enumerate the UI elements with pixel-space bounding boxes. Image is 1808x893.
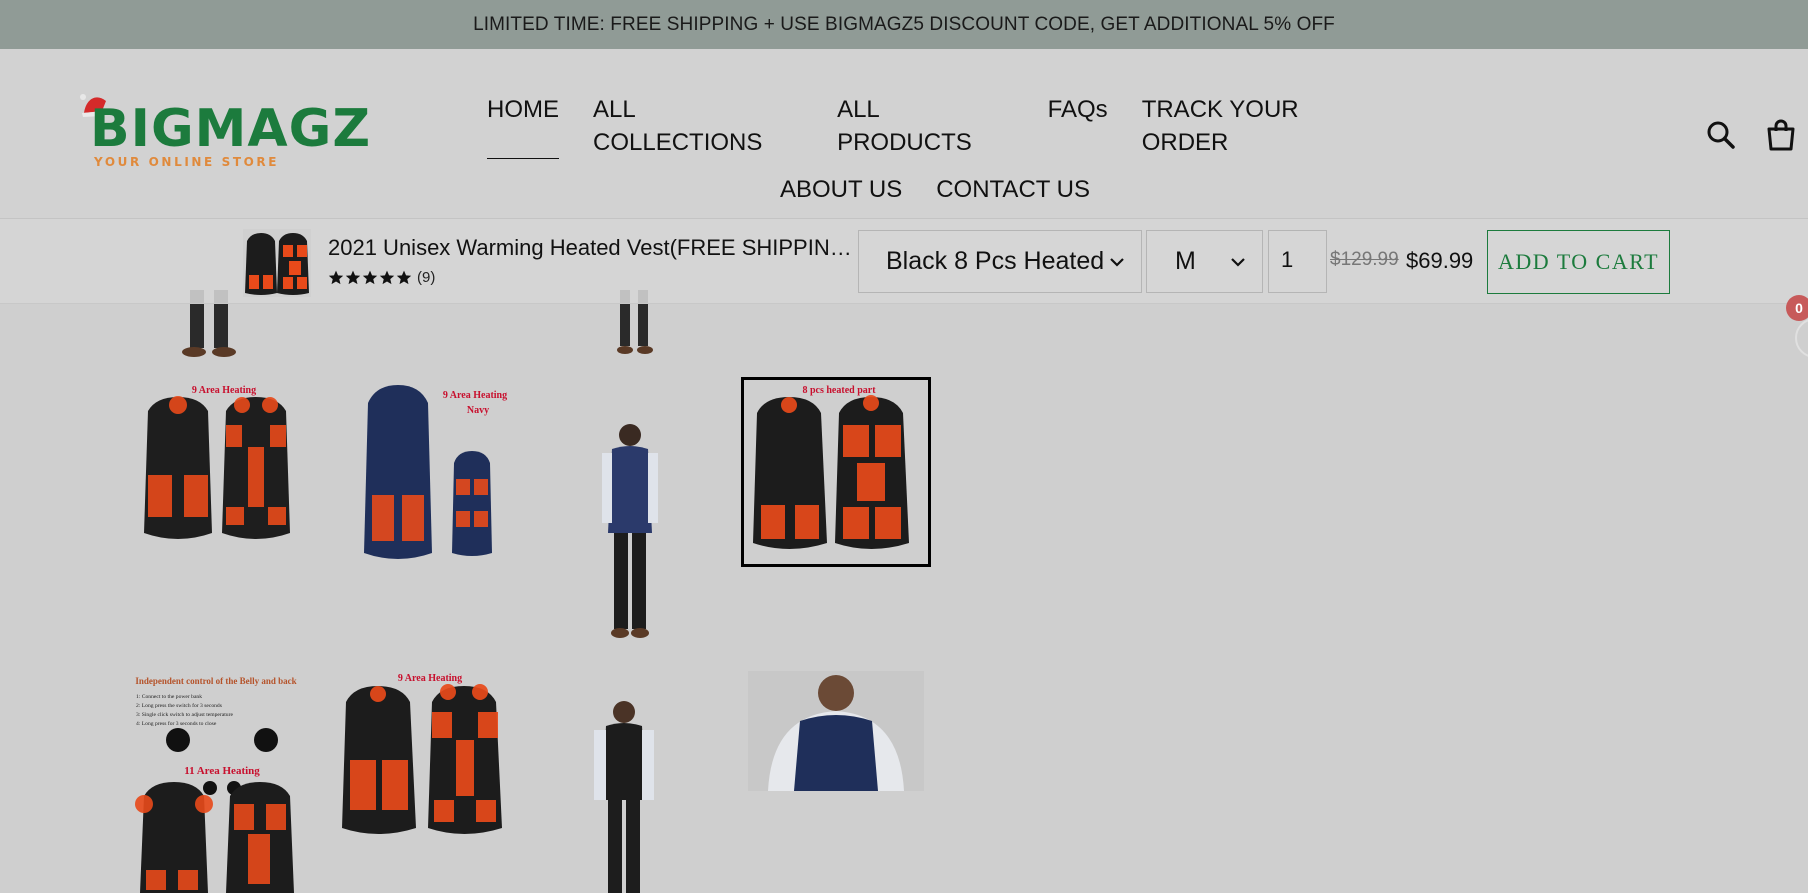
search-icon[interactable] [1704,118,1738,152]
gallery-image-closeup[interactable] [748,671,924,791]
gallery-image-front-view[interactable] [590,700,670,893]
nav-faqs[interactable]: FAQs [1048,93,1108,159]
gallery-label: Navy [467,405,489,416]
star-rating[interactable]: (9) [328,269,435,286]
gallery-step: 4: Long press for 3 seconds to close [136,720,217,727]
nav-all-collections[interactable]: ALL COLLECTIONS [593,93,803,159]
gallery-label: 9 Area Heating [398,673,462,684]
chevron-down-icon [1110,258,1124,267]
cart-icon[interactable] [1764,118,1798,152]
logo-tagline: YOUR ONLINE STORE [94,155,280,169]
floating-cart-widget[interactable] [1795,318,1808,358]
gallery-image-back-view[interactable] [598,423,668,643]
cart-count-badge: 0 [1786,295,1808,321]
star-icon [345,270,361,284]
nav-contact-us[interactable]: CONTACT US [936,173,1090,206]
gallery-image-9-area-black[interactable]: 9 Area Heating [128,383,312,555]
product-thumbnail[interactable] [243,229,311,297]
review-count: (9) [417,269,436,286]
gallery-step: 1: Connect to the power bank [136,694,202,700]
gallery-label: 11 Area Heating [184,765,260,777]
nav-about-us[interactable]: ABOUT US [780,173,902,206]
gallery-step: 3: Single click switch to adjust tempera… [136,712,233,718]
nav-track-order[interactable]: TRACK YOUR ORDER [1142,93,1383,159]
gallery-step: 2: Long press the switch for 3 seconds [136,702,222,709]
gallery-image-9-area-navy[interactable]: 9 Area Heating Navy [350,383,520,563]
announcement-bar: LIMITED TIME: FREE SHIPPING + USE BIGMAG… [0,0,1808,49]
size-select[interactable]: M [1146,230,1263,293]
size-select-value: M [1175,247,1196,275]
nav-home[interactable]: HOME [487,93,559,159]
star-icon [328,270,344,284]
star-icon [362,270,378,284]
star-icon [396,270,412,284]
chevron-down-icon [1231,258,1245,267]
variant-select[interactable]: Black 8 Pcs Heated [858,230,1142,293]
star-icon [379,270,395,284]
variant-select-value: Black 8 Pcs Heated [886,247,1105,275]
site-header: BIGMAGZ YOUR ONLINE STORE HOME ALL COLLE… [0,49,1808,219]
main-nav: HOME ALL COLLECTIONS ALL PRODUCTS FAQs T… [470,93,1400,206]
add-to-cart-button[interactable]: ADD TO CART [1487,230,1670,294]
quantity-input[interactable]: 1 [1268,230,1327,293]
compare-at-price: $129.99 [1330,249,1399,270]
selected-thumbnail-frame [741,377,931,567]
gallery-label: 9 Area Heating [192,385,256,396]
sticky-product-title: 2021 Unisex Warming Heated Vest(FREE SHI… [328,235,852,260]
gallery-image-9-area-black-2[interactable]: 9 Area Heating [336,672,516,842]
gallery-label: Independent control of the Belly and bac… [135,676,296,686]
announcement-text: LIMITED TIME: FREE SHIPPING + USE BIGMAG… [473,13,1335,35]
gallery-image-11-area-instructions[interactable]: Independent control of the Belly and bac… [130,674,308,893]
nav-all-products[interactable]: ALL PRODUCTS [837,93,1014,159]
logo-wordmark: BIGMAGZ [90,99,372,159]
gallery-label: 9 Area Heating [443,390,507,401]
store-logo[interactable]: BIGMAGZ YOUR ONLINE STORE [80,91,380,191]
sticky-add-to-cart-bar: 2021 Unisex Warming Heated Vest(FREE SHI… [0,219,1808,304]
sale-price: $69.99 [1406,248,1474,273]
